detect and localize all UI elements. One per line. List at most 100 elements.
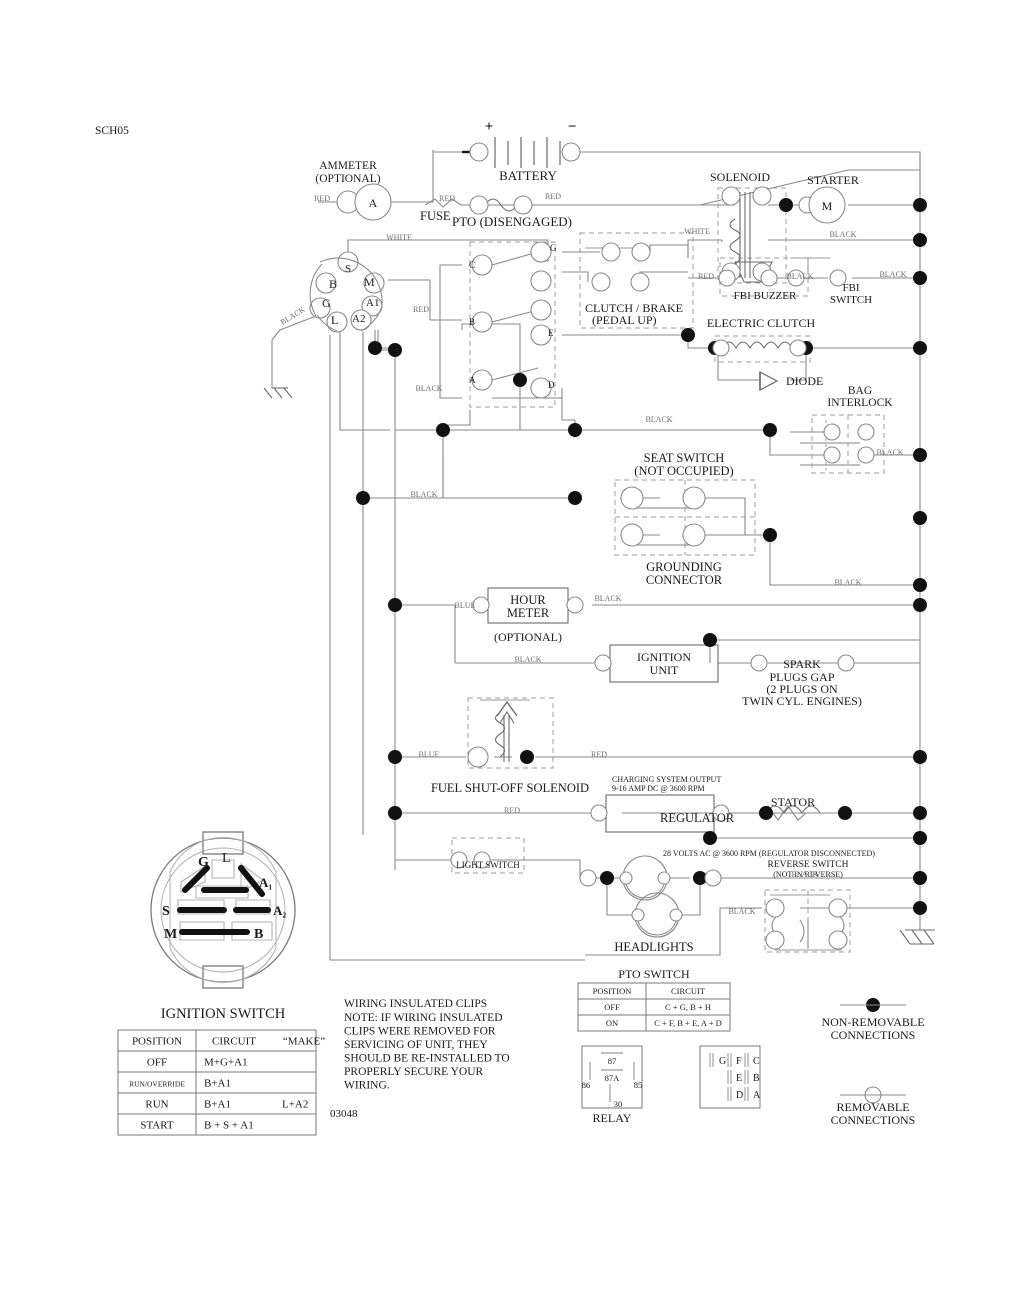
diode-label: DIODE (786, 374, 823, 388)
pto-contact-D: D (548, 380, 555, 390)
ign-row-position-1: RUN/OVERRIDE (129, 1080, 185, 1089)
hour-meter-optional: (OPTIONAL) (494, 630, 562, 644)
clips-note-line-4: PROPERLY SECURE YOUR (344, 1066, 484, 1078)
wire-label-blue-19: BLUE (419, 750, 440, 759)
wire-label-black-5: BLACK (829, 230, 856, 239)
ignition-switch-pictorial: G L A₁ A₂ S M B IGNITION SWITCH (150, 831, 296, 1022)
grounding-connector-label-2: CONNECTOR (646, 573, 723, 587)
relay-diagram: 87 87A 86 85 30 RELAY (581, 1045, 643, 1125)
wire-label-red-6: RED (698, 272, 714, 281)
clips-note-line-2: SERVICING OF UNIT, THEY (344, 1039, 488, 1051)
wire-label-black-10: BLACK (279, 305, 307, 327)
hour-meter-label-2: METER (507, 606, 550, 620)
sheet-code: SCH05 (95, 125, 129, 137)
wire-label-black-17: BLACK (594, 594, 621, 603)
ign-row-position-0: OFF (147, 1057, 167, 1069)
pto-table-title: PTO SWITCH (618, 967, 690, 981)
connector-block: G F C E B D A (699, 1045, 761, 1109)
ammeter-title-2: (OPTIONAL) (315, 173, 380, 185)
conn-pin-E: E (736, 1073, 742, 1084)
wire-label-black-7: BLACK (786, 272, 813, 281)
drawing-number: 03048 (330, 1108, 358, 1120)
component-boxes (487, 587, 719, 833)
clips-note-line-3: SHOULD BE RE-INSTALLED TO (344, 1053, 510, 1065)
ign-pict-M: M (164, 927, 177, 942)
wire-label-black-8: BLACK (879, 270, 906, 279)
ign-row-position-3: START (140, 1120, 174, 1132)
wire-label-black-22: BLACK (791, 870, 818, 879)
clips-note-title: WIRING INSULATED CLIPS (344, 998, 487, 1010)
wire-label-black-11: BLACK (415, 384, 442, 393)
pto-contact-A: A (469, 375, 476, 385)
starter-label: STARTER (807, 173, 859, 187)
clips-note-line-1: CLIPS WERE REMOVED FOR (344, 1026, 496, 1038)
ign-term-G: G (322, 296, 331, 310)
relay-pin-30: 30 (614, 1099, 623, 1109)
ign-pict-A2: A₂ (273, 903, 286, 918)
starter-symbol: M (822, 199, 833, 213)
hour-meter-label-1: HOUR (510, 593, 546, 607)
grounding-connector-label-1: GROUNDING (646, 560, 722, 574)
ign-pict-L: L (222, 851, 231, 866)
legend-removable-2: CONNECTIONS (831, 1113, 916, 1127)
ign-term-L: L (331, 313, 338, 327)
conn-pin-F: F (736, 1056, 742, 1067)
reverse-switch-label-1: REVERSE SWITCH (767, 860, 848, 870)
ign-term-A2: A2 (352, 313, 365, 325)
ign-row-circuit-2: B+A1 (204, 1099, 231, 1111)
conn-pin-B: B (753, 1073, 760, 1084)
headlight-symbols (622, 855, 680, 938)
ign-term-B: B (329, 277, 337, 291)
ign-th-position: POSITION (132, 1036, 182, 1048)
regulator-note-ac: 28 VOLTS AC @ 3600 RPM (REGULATOR DISCON… (663, 849, 875, 858)
wire-label-red-9: RED (413, 305, 429, 314)
ign-row-circuit-3: B + S + A1 (204, 1120, 254, 1132)
conn-pin-G: G (719, 1056, 726, 1067)
relay-pin-85: 85 (634, 1080, 643, 1090)
legend-nonremovable-2: CONNECTIONS (831, 1028, 916, 1042)
legend-nonremovable-1: NON-REMOVABLE (821, 1015, 924, 1029)
wire-label-black-18: BLACK (514, 655, 541, 664)
ign-th-make: “MAKE” (283, 1036, 325, 1048)
pto-contact-G: G (550, 243, 557, 253)
wire-label-red-2: RED (545, 192, 561, 201)
wire-label-black-13: BLACK (876, 448, 903, 457)
pto-label: PTO (DISENGAGED) (452, 214, 572, 229)
wire-label-red-1: RED (439, 194, 455, 203)
electric-clutch-label: ELECTRIC CLUTCH (707, 316, 816, 330)
clutch-brake-label-2: (PEDAL UP) (592, 313, 657, 327)
ignition-switch-table: POSITION CIRCUIT “MAKE” OFF M+G+A1 RUN/OVERRI… (117, 1029, 325, 1136)
headlights-label: HEADLIGHTS (614, 940, 693, 954)
pto-contact-C: C (469, 260, 475, 270)
regulator-label: REGULATOR (660, 811, 735, 825)
pto-th-position: POSITION (593, 986, 632, 996)
ign-pict-G: G (198, 855, 209, 870)
removable-connection-circles (309, 142, 882, 1104)
ammeter-title-1: AMMETER (319, 160, 377, 172)
conn-pin-D: D (736, 1090, 743, 1101)
wire-label-black-14: BLACK (410, 490, 437, 499)
relay-pin-86: 86 (582, 1080, 591, 1090)
schematic-sheet: SCH05 AMMETER (OPTIONAL) A + − BATTERY F… (0, 0, 1024, 1316)
regulator-note-1: CHARGING SYSTEM OUTPUT (612, 775, 721, 784)
ign-pict-B: B (254, 927, 263, 942)
wiring-schematic: SCH05 AMMETER (OPTIONAL) A + − BATTERY F… (95, 119, 935, 1136)
conn-pin-A: A (753, 1090, 761, 1101)
diode-symbol (759, 371, 779, 391)
ign-term-S: S (345, 263, 351, 275)
ign-row-position-2: RUN (145, 1099, 168, 1111)
ignition-unit-label-1: IGNITION (637, 650, 691, 664)
solenoid-label: SOLENOID (710, 170, 770, 184)
wire-label-black-12: BLACK (645, 415, 672, 424)
wire-label-white-3: WHITE (386, 233, 412, 242)
battery-plus: + (485, 119, 494, 135)
light-switch-label: LIGHT SWITCH (456, 860, 520, 870)
fbi-switch-label-2: SWITCH (830, 294, 872, 306)
legend-removable-1: REMOVABLE (836, 1100, 909, 1114)
ign-row-make-2: L+A2 (282, 1099, 308, 1111)
ign-term-M: M (364, 275, 375, 289)
seat-switch-label-1: SEAT SWITCH (644, 451, 725, 465)
spark-plugs-label-4: TWIN CYL. ENGINES) (742, 694, 862, 708)
ign-term-A1: A1 (366, 297, 379, 309)
pto-contact-B: B (469, 317, 475, 327)
